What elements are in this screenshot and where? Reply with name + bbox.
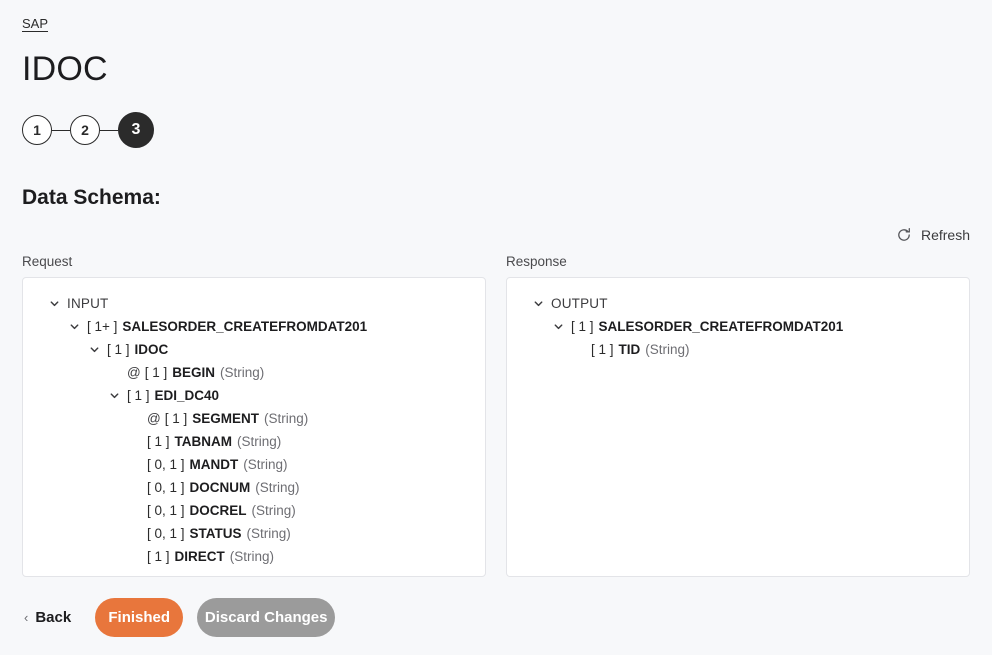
tree-node-name: DIRECT: [174, 549, 225, 565]
tree-node-name: DOCNUM: [189, 480, 251, 496]
chevron-down-icon[interactable]: [47, 297, 61, 311]
tree-node-type: (String): [645, 342, 690, 358]
tree-node-cardinality: [ 1+ ]: [87, 319, 118, 335]
tree-node-spacer: [127, 550, 141, 564]
tree-node-type: (String): [243, 457, 288, 473]
breadcrumb-link-sap[interactable]: SAP: [22, 16, 48, 31]
tree-node-cardinality: [ 1 ]: [144, 365, 168, 381]
tree-node-name: IDOC: [134, 342, 169, 358]
tree-node[interactable]: [ 1 ] DIRECT (String): [35, 545, 473, 568]
response-panel[interactable]: OUTPUT[ 1 ] SALESORDER_CREATEFROMDAT201[ …: [506, 277, 970, 578]
tree-node-cardinality: [ 0, 1 ]: [147, 457, 185, 473]
chevron-down-icon[interactable]: [551, 320, 565, 334]
tree-node-spacer: [571, 343, 585, 357]
tree-node-spacer: [127, 412, 141, 426]
tree-node[interactable]: [ 1 ] IDOC: [35, 338, 473, 361]
tree-node-cardinality: [ 1 ]: [127, 388, 150, 404]
tree-node-name: TID: [618, 342, 641, 358]
tree-node[interactable]: OUTPUT: [519, 292, 957, 315]
attribute-marker-icon: @: [147, 411, 161, 427]
discard-changes-button[interactable]: Discard Changes: [197, 598, 336, 637]
finished-button[interactable]: Finished: [95, 598, 184, 637]
tree-node-name: SEGMENT: [192, 411, 259, 427]
chevron-down-icon[interactable]: [107, 389, 121, 403]
tree-node-spacer: [127, 504, 141, 518]
tree-node[interactable]: [ 1 ] TABNAM (String): [35, 430, 473, 453]
tree-node[interactable]: [ 0, 1 ] DOCREL (String): [35, 499, 473, 522]
tree-node-name: EDI_DC40: [154, 388, 220, 404]
tree-node-name: OUTPUT: [551, 296, 608, 312]
tree-node[interactable]: [ 1 ] SALESORDER_CREATEFROMDAT201: [519, 315, 957, 338]
tree-node-name: BEGIN: [172, 365, 215, 381]
page-title: IDOC: [22, 50, 108, 88]
tree-node-name: SALESORDER_CREATEFROMDAT201: [598, 319, 844, 335]
tree-node[interactable]: @[ 1 ] BEGIN (String): [35, 361, 473, 384]
chevron-down-icon[interactable]: [67, 320, 81, 334]
toolbar: Refresh: [22, 224, 970, 246]
tree-node-cardinality: [ 1 ]: [107, 342, 130, 358]
tree-node[interactable]: [ 0, 1 ] DOCNUM (String): [35, 476, 473, 499]
response-column: Response OUTPUT[ 1 ] SALESORDER_CREATEFRO…: [506, 254, 970, 578]
tree-node-spacer: [127, 481, 141, 495]
request-label: Request: [22, 254, 73, 270]
request-panel[interactable]: INPUT[ 1+ ] SALESORDER_CREATEFROMDAT201[ …: [22, 277, 486, 578]
tree-node-cardinality: [ 0, 1 ]: [147, 526, 185, 542]
section-title: Data Schema:: [22, 186, 161, 210]
tree-node-name: MANDT: [189, 457, 239, 473]
tree-node-type: (String): [237, 434, 282, 450]
step-1[interactable]: 1: [22, 115, 52, 146]
tree-node-spacer: [127, 527, 141, 541]
back-button[interactable]: ‹ Back: [22, 603, 81, 632]
breadcrumb: SAP: [22, 0, 970, 31]
chevron-down-icon[interactable]: [531, 297, 545, 311]
step-connector: [100, 129, 118, 132]
tree-node-cardinality: [ 1 ]: [147, 549, 170, 565]
tree-node-type: (String): [255, 480, 300, 496]
tree-node-type: (String): [246, 526, 291, 542]
request-column: Request INPUT [ 1+ ] SALESORDER_CREATEFROM…: [22, 254, 486, 578]
tree-node-type: (String): [220, 365, 265, 381]
tree-node-name: DOCREL: [189, 503, 247, 519]
tree-node-name: SALESORDER_CREATEFROMDAT201: [122, 319, 368, 335]
tree-node-cardinality: [ 1 ]: [571, 319, 594, 335]
footer-actions: ‹ Back Finished Discard Changes: [22, 598, 970, 637]
tree-node[interactable]: [ 1+ ] SALESORDER_CREATEFROMDAT201: [35, 315, 473, 338]
response-label: Response: [506, 254, 567, 270]
idoc-wizard-page: SAP IDOC 123 Data Schema: Refresh Reques…: [0, 0, 992, 655]
refresh-icon: [896, 227, 912, 243]
tree-node-spacer: [127, 458, 141, 472]
tree-node-name: TABNAM: [174, 434, 233, 450]
tree-node-name: INPUT: [67, 296, 109, 312]
step-3[interactable]: 3: [118, 112, 154, 149]
stepper: 123: [22, 112, 970, 149]
response-tree: OUTPUT[ 1 ] SALESORDER_CREATEFROMDAT201[ …: [519, 292, 957, 361]
refresh-label: Refresh: [920, 227, 970, 244]
attribute-marker-icon: @: [127, 365, 141, 381]
tree-node-spacer: [107, 366, 121, 380]
tree-node[interactable]: INPUT: [35, 292, 473, 315]
tree-node-cardinality: [ 1 ]: [147, 434, 170, 450]
tree-node-type: (String): [251, 503, 296, 519]
tree-node-type: (String): [229, 549, 275, 565]
tree-node-cardinality: [ 0, 1 ]: [147, 480, 185, 496]
tree-node-cardinality: [ 1 ]: [591, 342, 614, 358]
schema-columns: Request INPUT[ 1+ ] SALESORDER_CREATEFROM…: [22, 254, 970, 578]
chevron-left-icon: ‹: [24, 610, 29, 625]
back-label: Back: [35, 609, 72, 626]
tree-node[interactable]: [ 0, 1 ] MANDT (String): [35, 453, 473, 476]
tree-node-name: STATUS: [189, 526, 242, 542]
step-connector: [52, 129, 70, 132]
tree-node[interactable]: [ 0, 1 ] STATUS (String): [35, 522, 473, 545]
tree-node-cardinality: [ 0, 1 ]: [147, 503, 185, 519]
tree-node[interactable]: [ 1 ] EDI_DC40: [35, 384, 473, 407]
tree-node-spacer: [127, 435, 141, 449]
tree-node[interactable]: @[ 1 ] SEGMENT (String): [35, 407, 473, 430]
tree-node-type: (String): [264, 411, 309, 427]
tree-node[interactable]: [ 1 ] TID (String): [519, 338, 957, 361]
chevron-down-icon[interactable]: [87, 343, 101, 357]
tree-node-cardinality: [ 1 ]: [164, 411, 188, 427]
refresh-button[interactable]: Refresh: [896, 227, 970, 243]
request-tree: INPUT[ 1+ ] SALESORDER_CREATEFROMDAT201[ …: [35, 292, 473, 568]
step-2[interactable]: 2: [70, 115, 100, 146]
